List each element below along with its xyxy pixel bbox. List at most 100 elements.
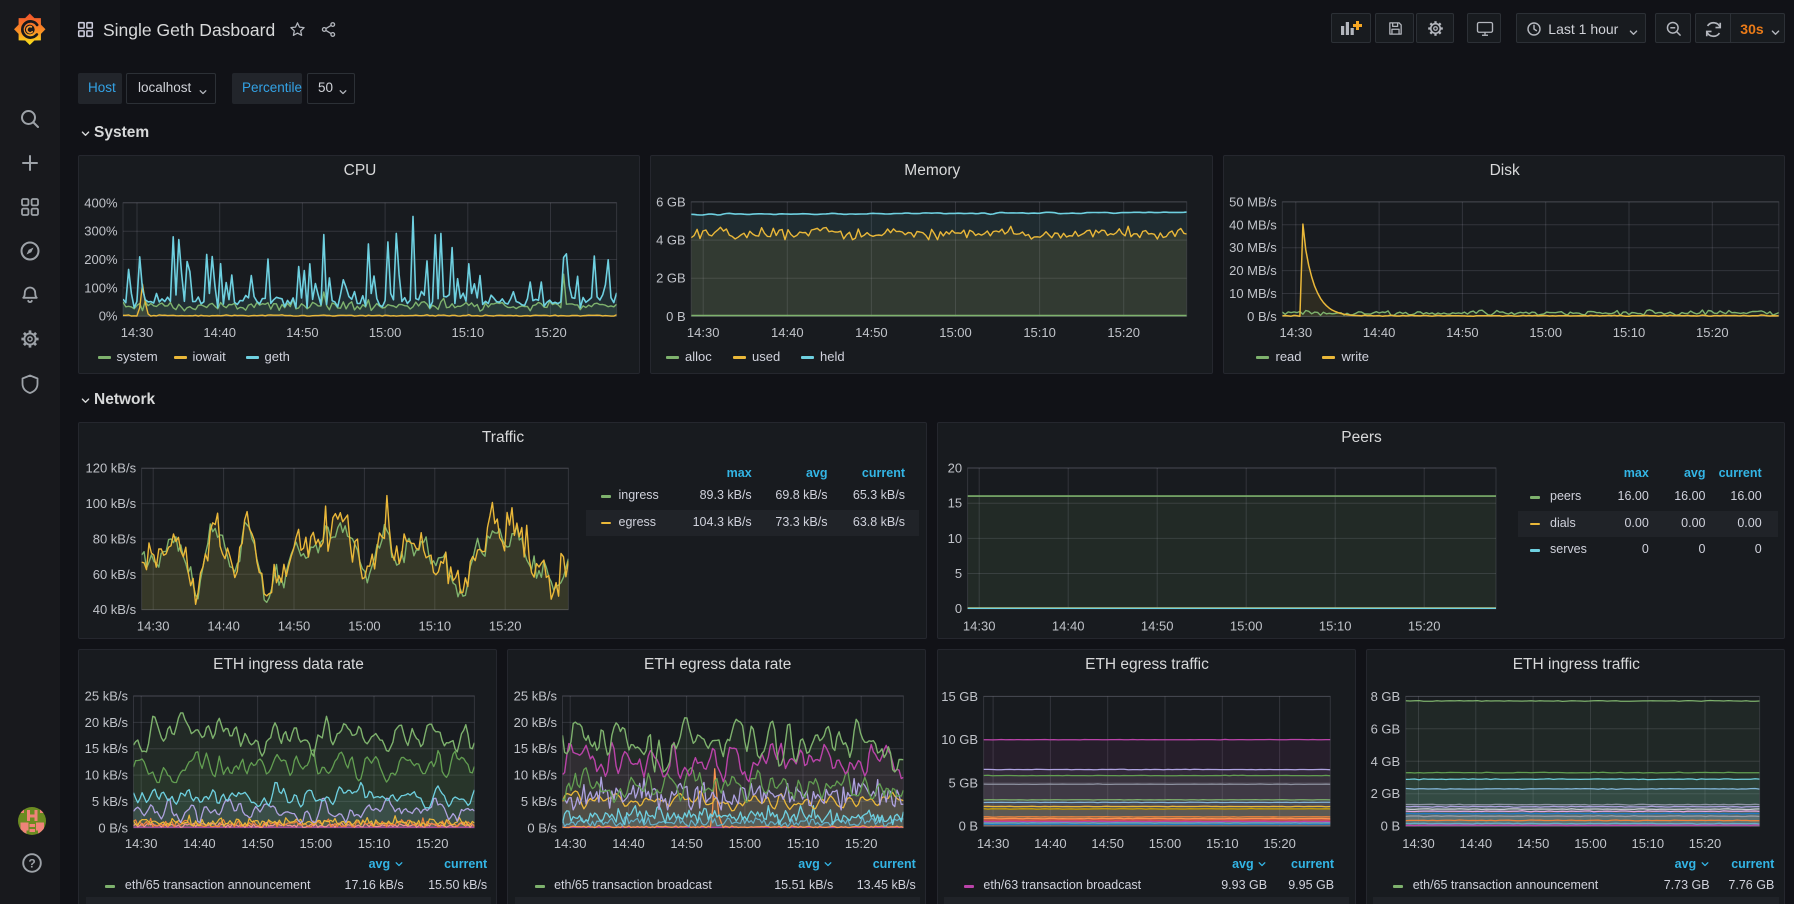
- svg-text:25 kB/s: 25 kB/s: [514, 688, 558, 703]
- svg-text:14:50: 14:50: [1091, 835, 1124, 850]
- svg-text:15:10: 15:10: [358, 835, 391, 850]
- svg-text:14:30: 14:30: [554, 835, 587, 850]
- svg-text:15:20: 15:20: [1696, 325, 1729, 340]
- svg-text:15:20: 15:20: [534, 325, 567, 340]
- svg-text:15:10: 15:10: [452, 325, 485, 340]
- svg-text:10 kB/s: 10 kB/s: [514, 767, 558, 782]
- svg-text:4 GB: 4 GB: [656, 233, 686, 248]
- svg-text:15:20: 15:20: [416, 835, 449, 850]
- svg-text:15:00: 15:00: [729, 835, 762, 850]
- svg-text:2 GB: 2 GB: [1370, 786, 1400, 801]
- svg-text:14:30: 14:30: [976, 835, 1009, 850]
- svg-text:0 B: 0 B: [1380, 818, 1400, 833]
- svg-text:15:20: 15:20: [1689, 835, 1722, 850]
- svg-text:0 B: 0 B: [958, 818, 978, 833]
- svg-text:15:10: 15:10: [1612, 325, 1645, 340]
- svg-text:0 B/s: 0 B/s: [98, 820, 128, 835]
- svg-text:0 B/s: 0 B/s: [528, 820, 558, 835]
- svg-text:15:00: 15:00: [1229, 619, 1262, 634]
- svg-text:14:50: 14:50: [278, 619, 311, 634]
- svg-text:15:20: 15:20: [489, 619, 522, 634]
- svg-text:50 MB/s: 50 MB/s: [1229, 194, 1277, 209]
- svg-text:15:10: 15:10: [1631, 835, 1664, 850]
- svg-text:15:00: 15:00: [369, 325, 402, 340]
- svg-text:14:40: 14:40: [612, 835, 645, 850]
- svg-text:15:20: 15:20: [1108, 325, 1141, 340]
- svg-text:2 GB: 2 GB: [656, 271, 686, 286]
- svg-text:15:00: 15:00: [300, 835, 333, 850]
- svg-text:14:30: 14:30: [962, 619, 995, 634]
- svg-text:14:40: 14:40: [207, 619, 240, 634]
- svg-text:10 GB: 10 GB: [941, 732, 978, 747]
- svg-text:15:00: 15:00: [1574, 835, 1607, 850]
- svg-text:14:40: 14:40: [203, 325, 236, 340]
- svg-text:14:30: 14:30: [121, 325, 154, 340]
- svg-text:10: 10: [947, 531, 961, 546]
- svg-text:5 GB: 5 GB: [948, 775, 978, 790]
- svg-text:200%: 200%: [84, 252, 118, 267]
- svg-text:0 B: 0 B: [666, 309, 686, 324]
- svg-text:15:10: 15:10: [1318, 619, 1351, 634]
- svg-text:14:30: 14:30: [1402, 835, 1435, 850]
- svg-text:8 GB: 8 GB: [1370, 689, 1400, 704]
- svg-text:?: ?: [28, 856, 35, 870]
- svg-text:15:00: 15:00: [348, 619, 381, 634]
- svg-text:14:30: 14:30: [1279, 325, 1312, 340]
- svg-text:120 kB/s: 120 kB/s: [86, 461, 137, 476]
- svg-text:20 kB/s: 20 kB/s: [85, 715, 129, 730]
- svg-text:15: 15: [947, 496, 961, 511]
- svg-text:15:20: 15:20: [1263, 835, 1296, 850]
- svg-text:14:50: 14:50: [855, 325, 888, 340]
- svg-text:14:50: 14:50: [286, 325, 319, 340]
- svg-text:60 kB/s: 60 kB/s: [93, 567, 137, 582]
- svg-text:14:50: 14:50: [1446, 325, 1479, 340]
- svg-text:14:30: 14:30: [137, 619, 170, 634]
- svg-text:0%: 0%: [99, 309, 118, 324]
- svg-text:4 GB: 4 GB: [1370, 753, 1400, 768]
- svg-text:25 kB/s: 25 kB/s: [85, 688, 129, 703]
- svg-text:40 MB/s: 40 MB/s: [1229, 217, 1277, 232]
- svg-text:5 kB/s: 5 kB/s: [92, 794, 129, 809]
- svg-text:6 GB: 6 GB: [656, 194, 686, 209]
- svg-text:15:10: 15:10: [419, 619, 452, 634]
- svg-text:20: 20: [947, 461, 961, 476]
- svg-text:15:10: 15:10: [1024, 325, 1057, 340]
- svg-text:15:00: 15:00: [1148, 835, 1181, 850]
- svg-text:20 kB/s: 20 kB/s: [514, 715, 558, 730]
- svg-text:14:40: 14:40: [771, 325, 804, 340]
- svg-text:14:40: 14:40: [1051, 619, 1084, 634]
- svg-text:400%: 400%: [84, 195, 118, 210]
- svg-text:14:40: 14:40: [183, 835, 216, 850]
- svg-text:14:50: 14:50: [671, 835, 704, 850]
- svg-text:14:50: 14:50: [1517, 835, 1550, 850]
- svg-text:15:00: 15:00: [940, 325, 973, 340]
- svg-text:0 B/s: 0 B/s: [1247, 309, 1277, 324]
- svg-text:15:10: 15:10: [1206, 835, 1239, 850]
- svg-text:15 kB/s: 15 kB/s: [514, 741, 558, 756]
- svg-text:5: 5: [954, 566, 961, 581]
- svg-text:15:20: 15:20: [1407, 619, 1440, 634]
- svg-text:14:40: 14:40: [1034, 835, 1067, 850]
- svg-text:14:40: 14:40: [1363, 325, 1396, 340]
- svg-text:15:20: 15:20: [845, 835, 878, 850]
- svg-text:15 kB/s: 15 kB/s: [85, 741, 129, 756]
- svg-text:14:50: 14:50: [1140, 619, 1173, 634]
- svg-text:300%: 300%: [84, 224, 118, 239]
- svg-text:14:40: 14:40: [1459, 835, 1492, 850]
- svg-text:14:30: 14:30: [687, 325, 720, 340]
- svg-text:100 kB/s: 100 kB/s: [86, 496, 137, 511]
- svg-text:40 kB/s: 40 kB/s: [93, 602, 137, 617]
- svg-text:6 GB: 6 GB: [1370, 721, 1400, 736]
- svg-text:80 kB/s: 80 kB/s: [93, 531, 137, 546]
- svg-text:0: 0: [954, 601, 961, 616]
- svg-text:15:00: 15:00: [1529, 325, 1562, 340]
- svg-text:30 MB/s: 30 MB/s: [1229, 240, 1277, 255]
- svg-text:15 GB: 15 GB: [941, 689, 978, 704]
- svg-text:10 MB/s: 10 MB/s: [1229, 286, 1277, 301]
- svg-text:15:10: 15:10: [787, 835, 820, 850]
- svg-text:20 MB/s: 20 MB/s: [1229, 263, 1277, 278]
- svg-text:14:50: 14:50: [241, 835, 274, 850]
- svg-text:10 kB/s: 10 kB/s: [85, 767, 129, 782]
- svg-text:5 kB/s: 5 kB/s: [521, 794, 558, 809]
- svg-text:100%: 100%: [84, 280, 118, 295]
